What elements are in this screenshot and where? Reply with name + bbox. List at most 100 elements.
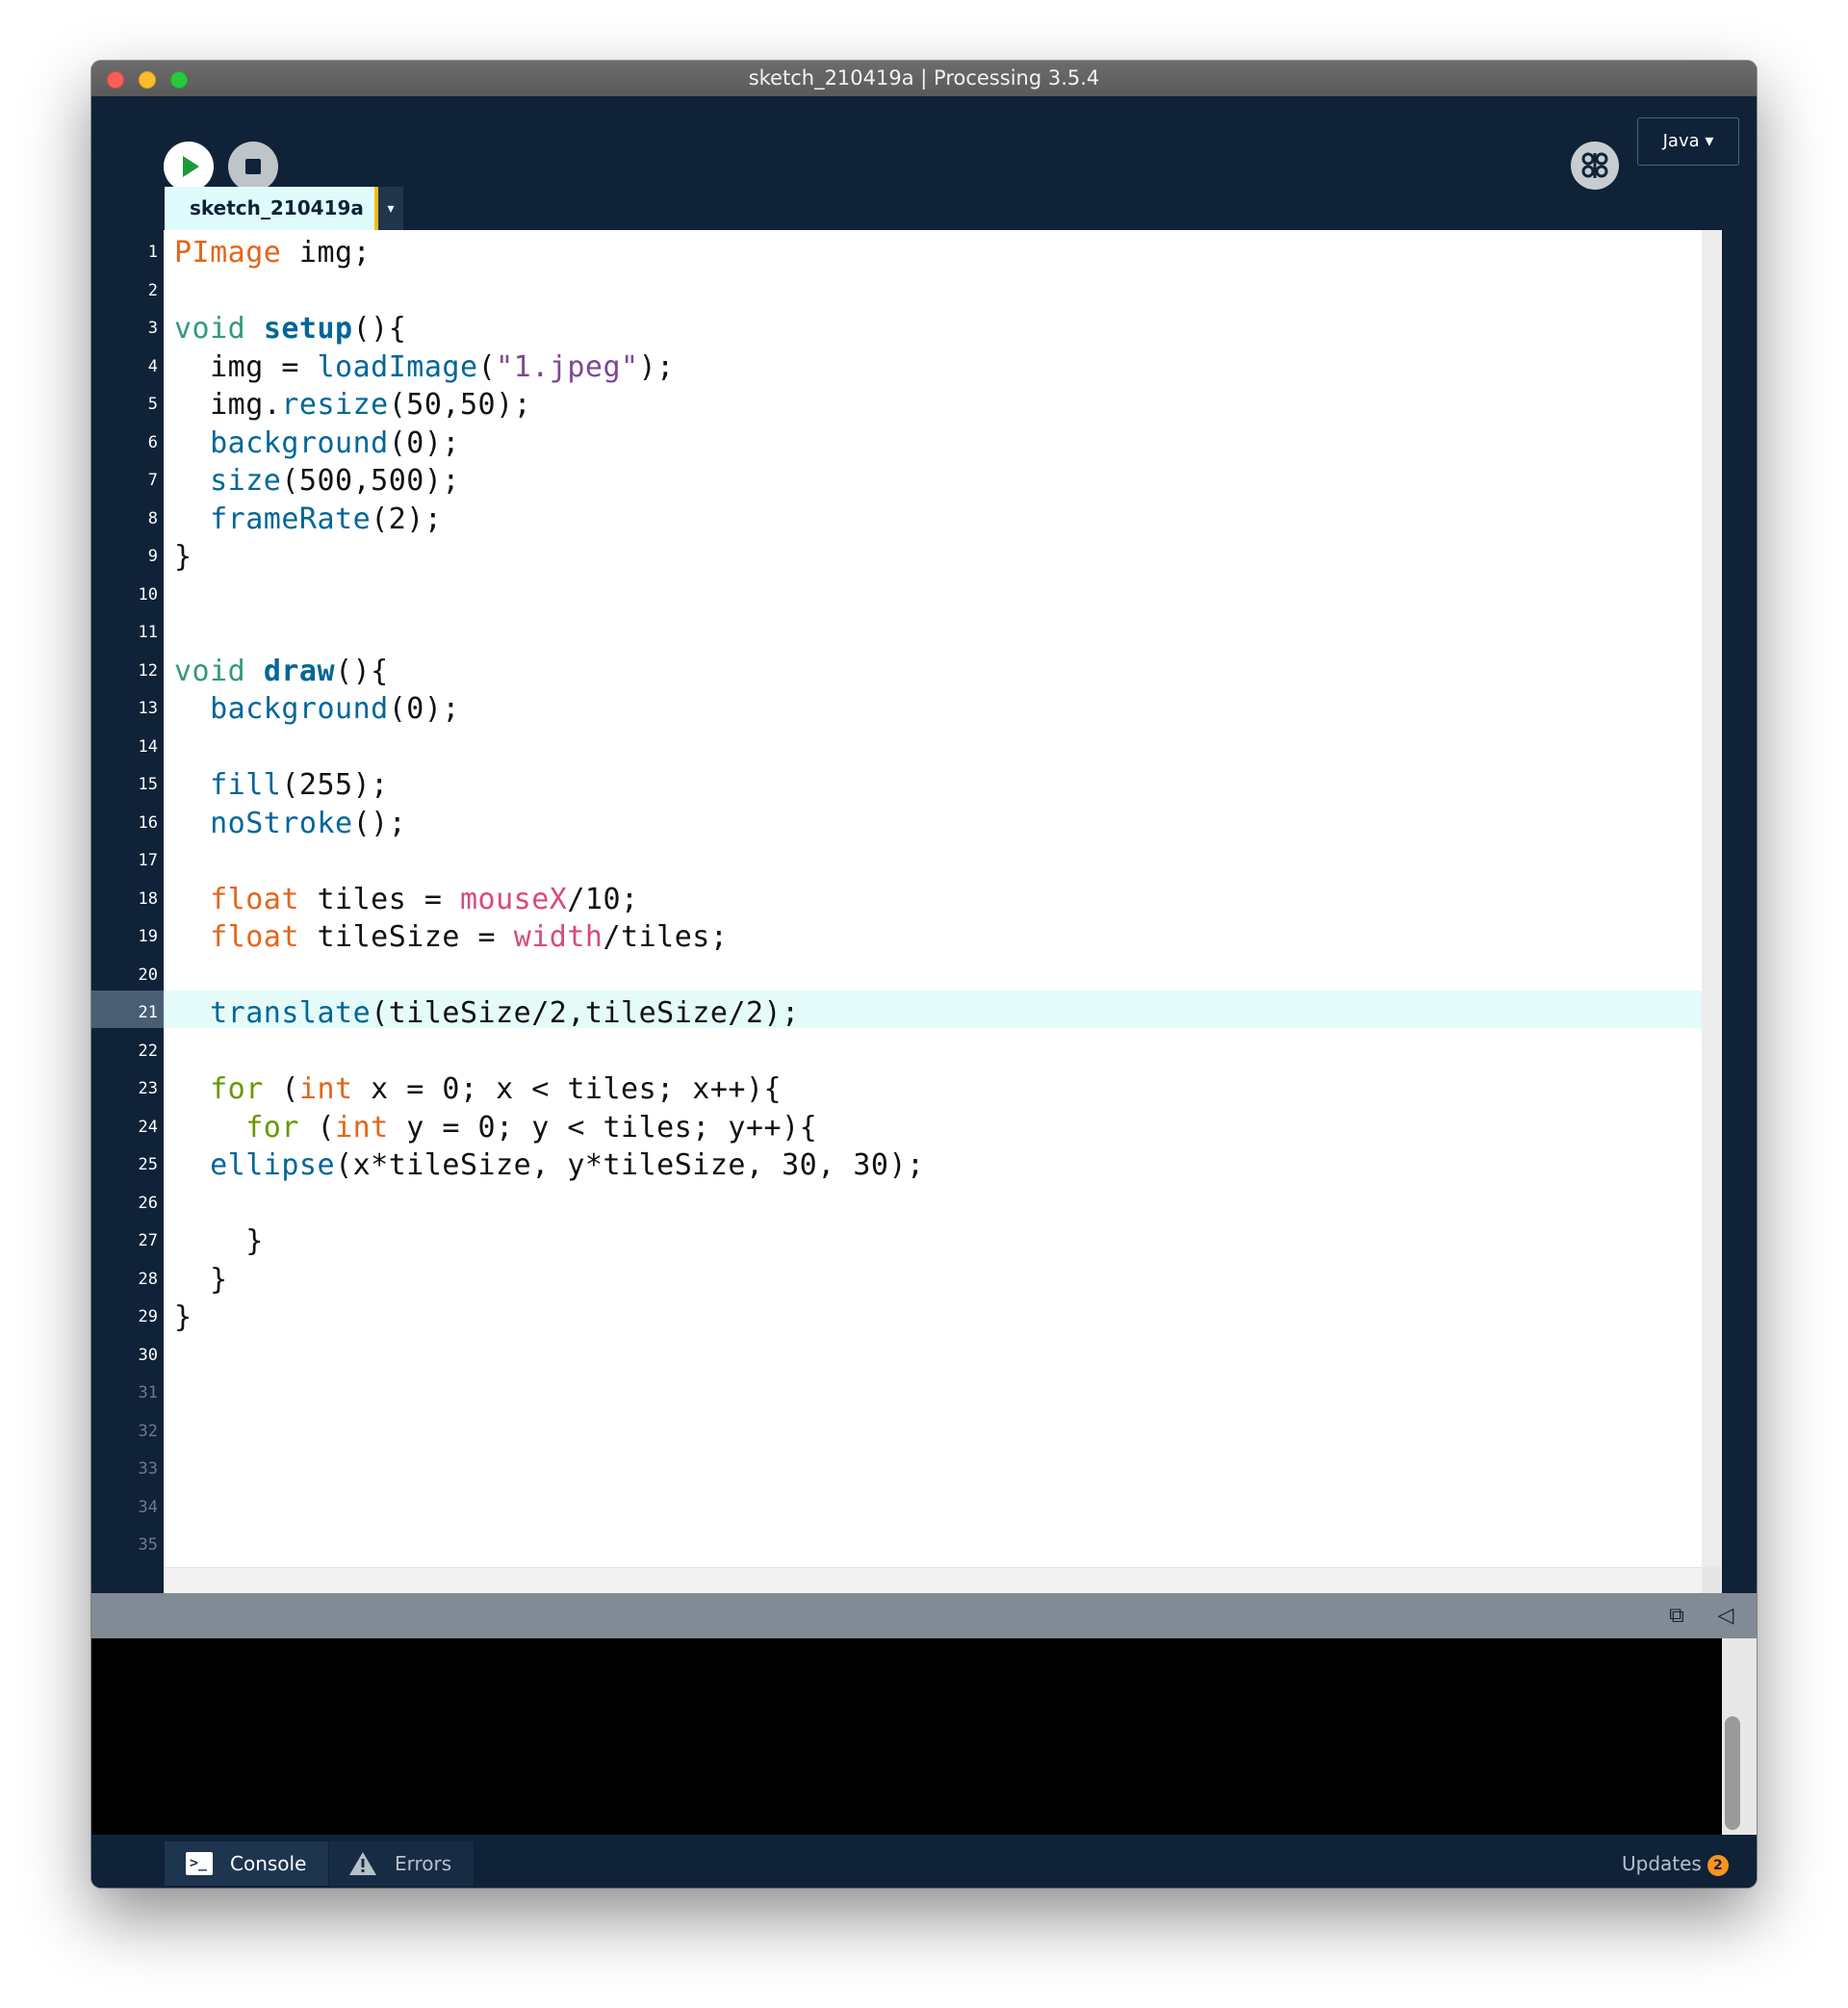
code-token: setup <box>263 312 353 346</box>
run-button[interactable] <box>164 142 214 192</box>
line-number: 34 <box>138 1497 158 1517</box>
code-token: (x*tileSize, y*tileSize, 30, 30); <box>335 1148 925 1182</box>
code-line[interactable]: size(500,500); <box>174 462 460 500</box>
code-line[interactable]: for (int x = 0; x < tiles; x++){ <box>174 1070 782 1108</box>
mode-select[interactable]: Java ▾ <box>1637 117 1739 166</box>
tab-sketch[interactable]: sketch_210419a <box>165 187 374 230</box>
stop-button[interactable] <box>228 142 278 192</box>
code-line[interactable]: float tileSize = width/tiles; <box>174 918 728 956</box>
code-line[interactable]: frameRate(2); <box>174 501 442 538</box>
line-number: 15 <box>138 775 158 794</box>
console-tab[interactable]: >_ Console <box>165 1841 328 1886</box>
code-token: (500,500); <box>281 464 460 498</box>
console-tab-label: Console <box>230 1852 307 1875</box>
tab-menu-button[interactable]: ▾ <box>378 187 403 230</box>
code-line[interactable]: void draw(){ <box>174 653 389 690</box>
console-output[interactable] <box>91 1638 1722 1835</box>
console-header <box>91 1593 1757 1638</box>
line-number: 8 <box>147 508 158 528</box>
line-number: 5 <box>147 395 158 414</box>
code-line[interactable]: img = loadImage("1.jpeg"); <box>174 348 675 386</box>
code-line[interactable]: noStroke(); <box>174 805 406 842</box>
code-token: ( <box>298 1110 336 1145</box>
code-line[interactable]: img.resize(50,50); <box>174 386 531 424</box>
code-token: int <box>335 1110 389 1145</box>
code-line[interactable]: PImage img; <box>174 234 371 271</box>
errors-tab[interactable]: Errors <box>329 1841 474 1886</box>
code-token: draw <box>263 654 336 688</box>
editor-vertical-scrollbar[interactable] <box>1702 230 1722 1593</box>
code-token: noStroke <box>210 806 353 840</box>
code-token: loadImage <box>317 349 478 384</box>
line-number: 20 <box>138 965 158 985</box>
line-number: 11 <box>138 623 158 642</box>
processing-window: sketch_210419a | Processing 3.5.4 Java ▾… <box>91 61 1757 1888</box>
line-number: 28 <box>138 1269 158 1289</box>
line-number: 29 <box>138 1307 158 1326</box>
collapse-triangle-icon[interactable]: ◁ <box>1712 1599 1739 1632</box>
code-line[interactable]: void setup(){ <box>174 310 406 348</box>
code-token: (2); <box>371 502 443 536</box>
code-token: ( <box>263 1072 299 1106</box>
line-number: 10 <box>138 584 158 605</box>
code-token: (0); <box>388 692 460 726</box>
debug-button[interactable] <box>1571 142 1619 190</box>
updates-button[interactable]: Updates 2 <box>1622 1841 1729 1886</box>
code-editor[interactable]: PImage img; void setup(){ img = loadImage… <box>164 230 1702 1567</box>
code-token: y = 0; y < tiles; y++){ <box>388 1110 818 1145</box>
butterfly-debug-icon <box>1581 152 1608 178</box>
code-token: ( <box>477 349 497 384</box>
code-line[interactable]: ellipse(x*tileSize, y*tileSize, 30, 30); <box>174 1146 925 1184</box>
code-token: float <box>210 920 299 954</box>
code-line[interactable]: translate(tileSize/2,tileSize/2); <box>174 994 800 1032</box>
updates-label: Updates <box>1622 1852 1702 1875</box>
errors-tab-label: Errors <box>395 1852 452 1875</box>
play-icon <box>183 156 199 177</box>
stop-icon <box>245 159 261 174</box>
code-line[interactable]: } <box>174 538 192 576</box>
line-number: 25 <box>138 1155 158 1174</box>
code-token: img; <box>281 236 372 270</box>
line-number: 9 <box>147 547 158 566</box>
code-line[interactable]: } <box>174 1261 228 1299</box>
line-number: 16 <box>138 812 158 833</box>
code-token: for <box>245 1110 299 1145</box>
code-token: (){ <box>352 312 407 346</box>
scroll-corner <box>1702 1567 1722 1593</box>
window-title: sketch_210419a | Processing 3.5.4 <box>748 66 1100 90</box>
code-line[interactable]: background(0); <box>174 690 460 728</box>
code-token: (){ <box>335 654 389 688</box>
line-number: 18 <box>138 888 158 909</box>
code-token: tileSize = <box>298 920 514 954</box>
code-line[interactable]: background(0); <box>174 425 460 462</box>
editor-horizontal-scrollbar[interactable] <box>164 1567 1702 1594</box>
code-token: img = <box>174 349 318 384</box>
copy-icon[interactable]: ⧉ <box>1663 1599 1690 1632</box>
line-number-gutter: 1 2 3 4 5 6 7 8 9 10 11 12 13 14 15 16 17 18 19 20 21 22 23 24 2… <box>91 230 164 1567</box>
console-scroll-thumb[interactable] <box>1725 1716 1740 1830</box>
line-number: 12 <box>138 660 158 681</box>
code-line[interactable]: float tiles = mouseX/10; <box>174 881 639 918</box>
line-number: 30 <box>138 1345 158 1365</box>
code-token: } <box>174 1300 192 1334</box>
code-token: int <box>298 1072 353 1106</box>
code-token: float <box>210 882 299 916</box>
title-bar: sketch_210419a | Processing 3.5.4 <box>91 61 1757 97</box>
code-line[interactable]: for (int y = 0; y < tiles; y++){ <box>174 1109 817 1146</box>
line-number: 2 <box>147 280 158 300</box>
code-token: for <box>210 1072 264 1106</box>
code-line[interactable]: fill(255); <box>174 766 389 804</box>
code-token: ); <box>638 349 675 384</box>
code-token: width <box>513 920 603 954</box>
code-line[interactable]: } <box>174 1223 264 1260</box>
code-line[interactable]: } <box>174 1299 192 1336</box>
